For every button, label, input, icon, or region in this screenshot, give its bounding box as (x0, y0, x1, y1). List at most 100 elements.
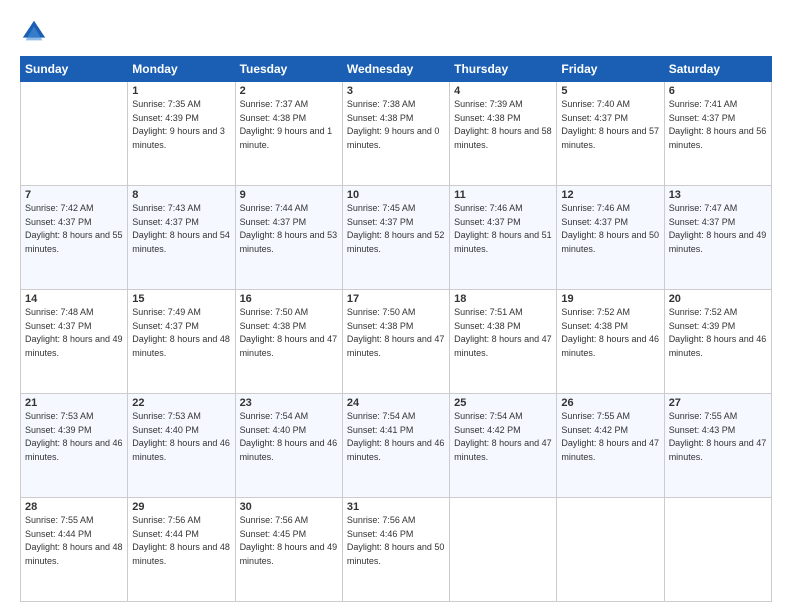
calendar-cell: 10 Sunrise: 7:45 AMSunset: 4:37 PMDaylig… (342, 186, 449, 290)
calendar-cell: 7 Sunrise: 7:42 AMSunset: 4:37 PMDayligh… (21, 186, 128, 290)
day-info: Sunrise: 7:48 AMSunset: 4:37 PMDaylight:… (25, 306, 123, 360)
calendar-cell: 18 Sunrise: 7:51 AMSunset: 4:38 PMDaylig… (450, 290, 557, 394)
day-info: Sunrise: 7:50 AMSunset: 4:38 PMDaylight:… (347, 306, 445, 360)
page: SundayMondayTuesdayWednesdayThursdayFrid… (0, 0, 792, 612)
day-info: Sunrise: 7:55 AMSunset: 4:44 PMDaylight:… (25, 514, 123, 568)
day-number: 30 (240, 501, 338, 513)
calendar-header-wednesday: Wednesday (342, 57, 449, 82)
calendar-cell (557, 498, 664, 602)
day-info: Sunrise: 7:42 AMSunset: 4:37 PMDaylight:… (25, 202, 123, 256)
calendar-cell: 29 Sunrise: 7:56 AMSunset: 4:44 PMDaylig… (128, 498, 235, 602)
calendar-cell: 16 Sunrise: 7:50 AMSunset: 4:38 PMDaylig… (235, 290, 342, 394)
day-info: Sunrise: 7:43 AMSunset: 4:37 PMDaylight:… (132, 202, 230, 256)
day-number: 11 (454, 189, 552, 201)
day-number: 1 (132, 85, 230, 97)
calendar-header-saturday: Saturday (664, 57, 771, 82)
calendar-header-friday: Friday (557, 57, 664, 82)
day-number: 18 (454, 293, 552, 305)
day-info: Sunrise: 7:40 AMSunset: 4:37 PMDaylight:… (561, 98, 659, 152)
calendar-cell: 13 Sunrise: 7:47 AMSunset: 4:37 PMDaylig… (664, 186, 771, 290)
calendar-cell: 31 Sunrise: 7:56 AMSunset: 4:46 PMDaylig… (342, 498, 449, 602)
calendar-cell: 14 Sunrise: 7:48 AMSunset: 4:37 PMDaylig… (21, 290, 128, 394)
calendar-cell: 1 Sunrise: 7:35 AMSunset: 4:39 PMDayligh… (128, 82, 235, 186)
calendar-cell: 21 Sunrise: 7:53 AMSunset: 4:39 PMDaylig… (21, 394, 128, 498)
day-info: Sunrise: 7:46 AMSunset: 4:37 PMDaylight:… (561, 202, 659, 256)
calendar-cell: 4 Sunrise: 7:39 AMSunset: 4:38 PMDayligh… (450, 82, 557, 186)
calendar-cell: 19 Sunrise: 7:52 AMSunset: 4:38 PMDaylig… (557, 290, 664, 394)
day-info: Sunrise: 7:45 AMSunset: 4:37 PMDaylight:… (347, 202, 445, 256)
calendar-cell: 20 Sunrise: 7:52 AMSunset: 4:39 PMDaylig… (664, 290, 771, 394)
calendar-cell: 11 Sunrise: 7:46 AMSunset: 4:37 PMDaylig… (450, 186, 557, 290)
calendar-header-monday: Monday (128, 57, 235, 82)
day-number: 5 (561, 85, 659, 97)
day-number: 25 (454, 397, 552, 409)
calendar-cell: 26 Sunrise: 7:55 AMSunset: 4:42 PMDaylig… (557, 394, 664, 498)
day-info: Sunrise: 7:55 AMSunset: 4:42 PMDaylight:… (561, 410, 659, 464)
day-info: Sunrise: 7:47 AMSunset: 4:37 PMDaylight:… (669, 202, 767, 256)
day-number: 6 (669, 85, 767, 97)
calendar-week-row: 14 Sunrise: 7:48 AMSunset: 4:37 PMDaylig… (21, 290, 772, 394)
calendar-week-row: 1 Sunrise: 7:35 AMSunset: 4:39 PMDayligh… (21, 82, 772, 186)
calendar-week-row: 21 Sunrise: 7:53 AMSunset: 4:39 PMDaylig… (21, 394, 772, 498)
day-info: Sunrise: 7:52 AMSunset: 4:39 PMDaylight:… (669, 306, 767, 360)
day-info: Sunrise: 7:54 AMSunset: 4:40 PMDaylight:… (240, 410, 338, 464)
logo-icon (20, 18, 48, 46)
day-number: 31 (347, 501, 445, 513)
day-number: 27 (669, 397, 767, 409)
day-number: 9 (240, 189, 338, 201)
day-info: Sunrise: 7:52 AMSunset: 4:38 PMDaylight:… (561, 306, 659, 360)
day-info: Sunrise: 7:56 AMSunset: 4:46 PMDaylight:… (347, 514, 445, 568)
calendar-cell: 28 Sunrise: 7:55 AMSunset: 4:44 PMDaylig… (21, 498, 128, 602)
day-info: Sunrise: 7:46 AMSunset: 4:37 PMDaylight:… (454, 202, 552, 256)
day-info: Sunrise: 7:38 AMSunset: 4:38 PMDaylight:… (347, 98, 445, 152)
calendar-cell: 8 Sunrise: 7:43 AMSunset: 4:37 PMDayligh… (128, 186, 235, 290)
day-number: 3 (347, 85, 445, 97)
day-info: Sunrise: 7:54 AMSunset: 4:41 PMDaylight:… (347, 410, 445, 464)
header (20, 18, 772, 46)
day-number: 26 (561, 397, 659, 409)
calendar-cell (664, 498, 771, 602)
calendar-table: SundayMondayTuesdayWednesdayThursdayFrid… (20, 56, 772, 602)
day-number: 29 (132, 501, 230, 513)
day-info: Sunrise: 7:54 AMSunset: 4:42 PMDaylight:… (454, 410, 552, 464)
day-info: Sunrise: 7:37 AMSunset: 4:38 PMDaylight:… (240, 98, 338, 152)
day-number: 13 (669, 189, 767, 201)
day-info: Sunrise: 7:51 AMSunset: 4:38 PMDaylight:… (454, 306, 552, 360)
day-info: Sunrise: 7:39 AMSunset: 4:38 PMDaylight:… (454, 98, 552, 152)
day-number: 4 (454, 85, 552, 97)
day-number: 7 (25, 189, 123, 201)
day-number: 14 (25, 293, 123, 305)
calendar-cell: 5 Sunrise: 7:40 AMSunset: 4:37 PMDayligh… (557, 82, 664, 186)
day-info: Sunrise: 7:44 AMSunset: 4:37 PMDaylight:… (240, 202, 338, 256)
day-number: 22 (132, 397, 230, 409)
day-info: Sunrise: 7:41 AMSunset: 4:37 PMDaylight:… (669, 98, 767, 152)
day-number: 28 (25, 501, 123, 513)
day-info: Sunrise: 7:35 AMSunset: 4:39 PMDaylight:… (132, 98, 230, 152)
day-info: Sunrise: 7:53 AMSunset: 4:40 PMDaylight:… (132, 410, 230, 464)
calendar-cell: 25 Sunrise: 7:54 AMSunset: 4:42 PMDaylig… (450, 394, 557, 498)
calendar-cell: 23 Sunrise: 7:54 AMSunset: 4:40 PMDaylig… (235, 394, 342, 498)
day-info: Sunrise: 7:56 AMSunset: 4:45 PMDaylight:… (240, 514, 338, 568)
day-info: Sunrise: 7:53 AMSunset: 4:39 PMDaylight:… (25, 410, 123, 464)
day-number: 12 (561, 189, 659, 201)
day-number: 16 (240, 293, 338, 305)
calendar-header-thursday: Thursday (450, 57, 557, 82)
day-number: 24 (347, 397, 445, 409)
calendar-cell: 2 Sunrise: 7:37 AMSunset: 4:38 PMDayligh… (235, 82, 342, 186)
calendar-header-tuesday: Tuesday (235, 57, 342, 82)
day-number: 21 (25, 397, 123, 409)
calendar-cell: 22 Sunrise: 7:53 AMSunset: 4:40 PMDaylig… (128, 394, 235, 498)
calendar-cell (21, 82, 128, 186)
day-number: 15 (132, 293, 230, 305)
day-number: 19 (561, 293, 659, 305)
calendar-cell: 30 Sunrise: 7:56 AMSunset: 4:45 PMDaylig… (235, 498, 342, 602)
calendar-cell: 24 Sunrise: 7:54 AMSunset: 4:41 PMDaylig… (342, 394, 449, 498)
calendar-cell (450, 498, 557, 602)
calendar-cell: 15 Sunrise: 7:49 AMSunset: 4:37 PMDaylig… (128, 290, 235, 394)
calendar-cell: 27 Sunrise: 7:55 AMSunset: 4:43 PMDaylig… (664, 394, 771, 498)
logo (20, 18, 52, 46)
calendar-header-sunday: Sunday (21, 57, 128, 82)
calendar-header-row: SundayMondayTuesdayWednesdayThursdayFrid… (21, 57, 772, 82)
calendar-cell: 17 Sunrise: 7:50 AMSunset: 4:38 PMDaylig… (342, 290, 449, 394)
day-number: 20 (669, 293, 767, 305)
